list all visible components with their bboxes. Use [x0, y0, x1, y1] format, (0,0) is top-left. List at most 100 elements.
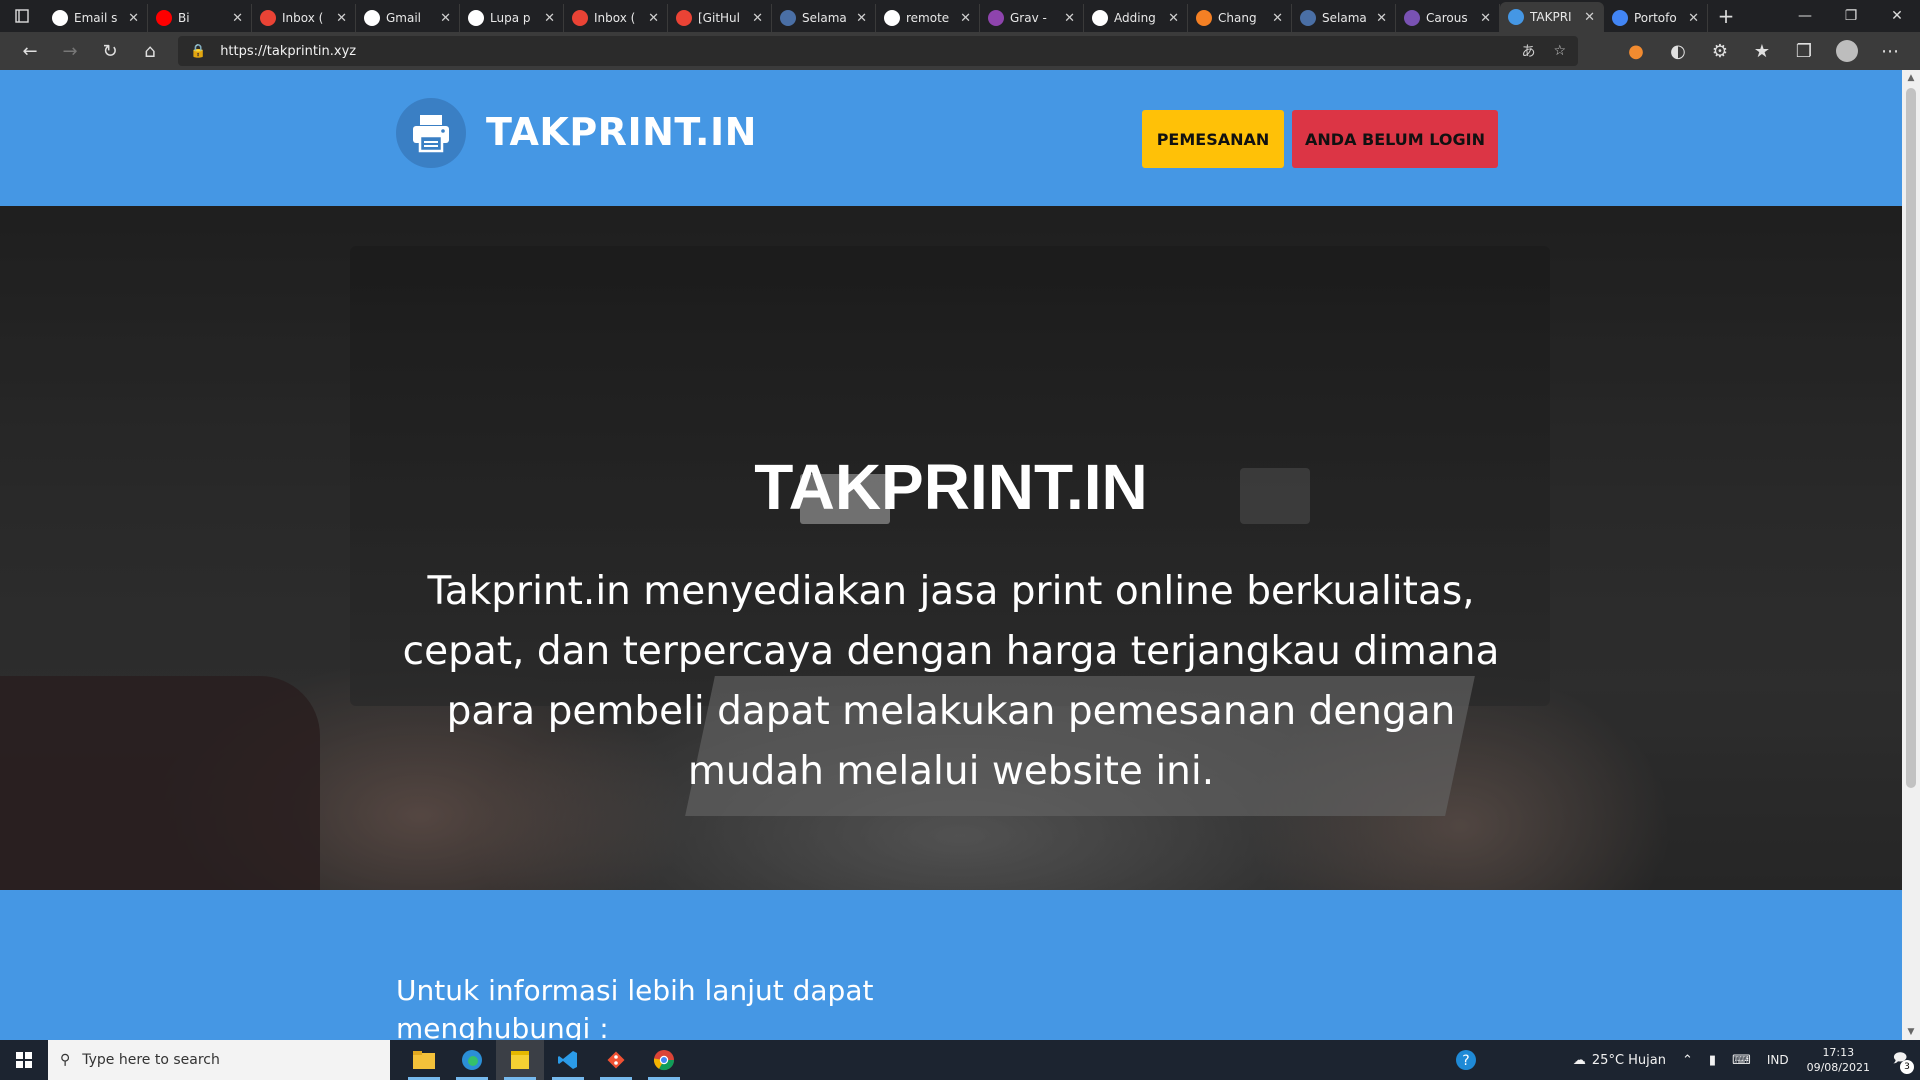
browser-tab[interactable]: Bi ✕	[148, 4, 252, 32]
edge-icon	[462, 1050, 482, 1070]
close-tab-icon[interactable]: ✕	[544, 11, 555, 26]
close-tab-icon[interactable]: ✕	[1064, 11, 1075, 26]
login-button[interactable]: ANDA BELUM LOGIN	[1292, 110, 1498, 168]
google-icon	[364, 10, 380, 26]
new-tab-button[interactable]: +	[1708, 0, 1744, 32]
browser-tab[interactable]: Adding ✕	[1084, 4, 1188, 32]
notification-center-button[interactable]: 🗩 3	[1880, 1040, 1920, 1080]
extensions-icon[interactable]: ⚙	[1700, 35, 1740, 67]
close-tab-icon[interactable]: ✕	[1376, 11, 1387, 26]
browser-tab-label: Lupa p	[490, 11, 531, 25]
youtube-icon	[156, 10, 172, 26]
taskbar-file-explorer[interactable]	[400, 1040, 448, 1080]
language-indicator[interactable]: IND	[1759, 1053, 1797, 1067]
close-window-button[interactable]: ✕	[1874, 0, 1920, 32]
gmail-icon	[676, 10, 692, 26]
browser-tab[interactable]: Portofo ✕	[1604, 4, 1708, 32]
windows-icon	[16, 1052, 32, 1068]
browser-tab[interactable]: Carous ✕	[1396, 4, 1500, 32]
help-icon[interactable]: ?	[1447, 1049, 1485, 1071]
printer-icon[interactable]	[396, 98, 466, 168]
google-icon	[468, 10, 484, 26]
taskbar-git[interactable]	[592, 1040, 640, 1080]
bootstrap-icon	[1404, 10, 1420, 26]
keyboard-icon[interactable]: ⌨	[1724, 1053, 1759, 1068]
browser-tab-label: Gmail	[386, 11, 422, 25]
close-tab-icon[interactable]: ✕	[336, 11, 347, 26]
browser-tab[interactable]: [GitHul ✕	[668, 4, 772, 32]
site-header: TAKPRINT.IN PEMESANAN ANDA BELUM LOGIN	[0, 70, 1902, 206]
close-tab-icon[interactable]: ✕	[856, 11, 867, 26]
gmail-icon	[572, 10, 588, 26]
document-icon	[1612, 10, 1628, 26]
url-text[interactable]: https://takprintin.xyz	[220, 44, 356, 59]
lock-icon: 🔒	[190, 43, 207, 59]
browser-tab[interactable]: remote ✕	[876, 4, 980, 32]
taskbar-vscode[interactable]	[544, 1040, 592, 1080]
info-text: Untuk informasi lebih lanjut dapat mengh…	[396, 974, 874, 1040]
browser-tab[interactable]: Selama ✕	[772, 4, 876, 32]
taskbar-chrome[interactable]	[640, 1040, 688, 1080]
dark-mode-extension-icon[interactable]: ◐	[1658, 35, 1698, 67]
home-button[interactable]: ⌂	[130, 35, 170, 67]
weather-widget[interactable]: ☁ 25°C Hujan	[1565, 1053, 1674, 1068]
browser-tab[interactable]: Gmail ✕	[356, 4, 460, 32]
favorites-icon[interactable]: ★	[1742, 35, 1782, 67]
close-tab-icon[interactable]: ✕	[1688, 11, 1699, 26]
back-button[interactable]: ←	[10, 35, 50, 67]
close-tab-icon[interactable]: ✕	[1168, 11, 1179, 26]
help-circle-graphic: ?	[1455, 1050, 1476, 1070]
browser-tab-label: Bi	[178, 11, 190, 25]
browser-tab[interactable]: Inbox (✕	[564, 4, 668, 32]
start-button[interactable]	[0, 1040, 48, 1080]
browser-tab-strip: Email s ✕ Bi ✕ Inbox (✕ Gmail ✕ Lupa p ✕ Inbox (✕…	[0, 0, 1920, 32]
order-button[interactable]: PEMESANAN	[1142, 110, 1284, 168]
printer-logo-graphic	[413, 115, 449, 153]
close-tab-icon[interactable]: ✕	[440, 11, 451, 26]
forward-button[interactable]: →	[50, 35, 90, 67]
collections-icon[interactable]: ❐	[1784, 35, 1824, 67]
browser-tab[interactable]: TAKPRI ✕	[1500, 2, 1604, 32]
info-section: Untuk informasi lebih lanjut dapat mengh…	[0, 890, 1902, 1040]
translate-icon[interactable]: あ	[1521, 41, 1535, 61]
show-hidden-icons[interactable]: ⌃	[1674, 1053, 1701, 1068]
add-favorite-icon[interactable]: ☆	[1553, 43, 1566, 59]
browser-tab[interactable]: Grav - ✕	[980, 4, 1084, 32]
browser-tab[interactable]: Inbox (✕	[252, 4, 356, 32]
profile-avatar[interactable]	[1836, 40, 1858, 62]
git-icon	[607, 1051, 625, 1069]
browser-tab[interactable]: Chang ✕	[1188, 4, 1292, 32]
scrollbar-thumb[interactable]	[1906, 88, 1916, 788]
extension-icon[interactable]: ●	[1616, 35, 1656, 67]
browser-tab[interactable]: Email s ✕	[44, 4, 148, 32]
close-tab-icon[interactable]: ✕	[1480, 11, 1491, 26]
clock-date: 09/08/2021	[1806, 1061, 1870, 1074]
tab-actions-button[interactable]	[0, 0, 44, 32]
close-tab-icon[interactable]: ✕	[1584, 10, 1595, 25]
taskbar-clock[interactable]: 17:13 09/08/2021	[1797, 1045, 1880, 1075]
taskbar-edge[interactable]	[448, 1040, 496, 1080]
scroll-down-icon[interactable]: ▼	[1902, 1024, 1920, 1040]
close-tab-icon[interactable]: ✕	[752, 11, 763, 26]
page-scrollbar[interactable]: ▲ ▼	[1902, 70, 1920, 1040]
brand-name[interactable]: TAKPRINT.IN	[486, 110, 757, 154]
restore-button[interactable]: ❐	[1828, 0, 1874, 32]
battery-icon[interactable]: ▮	[1701, 1053, 1724, 1068]
browser-tab[interactable]: Lupa p ✕	[460, 4, 564, 32]
taskbar-search-placeholder: Type here to search	[82, 1052, 220, 1068]
chrome-icon	[653, 1050, 675, 1071]
address-bar[interactable]: 🔒 https://takprintin.xyz あ ☆	[178, 36, 1578, 66]
close-tab-icon[interactable]: ✕	[648, 11, 659, 26]
browser-tab-label: TAKPRI	[1530, 10, 1572, 24]
minimize-button[interactable]: —	[1782, 0, 1828, 32]
scroll-up-icon[interactable]: ▲	[1902, 70, 1920, 86]
more-options-icon[interactable]: ⋯	[1870, 35, 1910, 67]
close-tab-icon[interactable]: ✕	[1272, 11, 1283, 26]
taskbar-sticky-notes[interactable]	[496, 1040, 544, 1080]
browser-tab[interactable]: Selama ✕	[1292, 4, 1396, 32]
close-tab-icon[interactable]: ✕	[128, 11, 139, 26]
close-tab-icon[interactable]: ✕	[232, 11, 243, 26]
taskbar-search[interactable]: ⚲ Type here to search	[48, 1040, 390, 1080]
refresh-button[interactable]: ↻	[90, 35, 130, 67]
close-tab-icon[interactable]: ✕	[960, 11, 971, 26]
